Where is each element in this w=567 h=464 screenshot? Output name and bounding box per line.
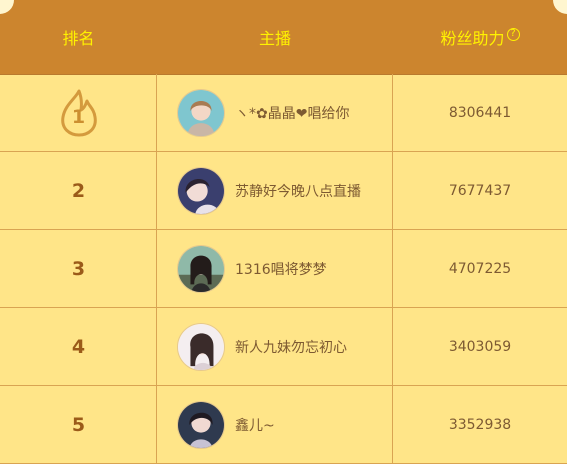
table-row[interactable]: 5 鑫儿~ 3352938: [0, 386, 567, 464]
header-fans-label: 粉丝助力: [440, 29, 505, 48]
header-rank: 排名: [0, 0, 157, 74]
rank-cell: 2: [0, 152, 157, 230]
header-fans: 粉丝助力 ?: [393, 0, 567, 74]
fans-cell: 3403059: [393, 308, 567, 386]
fans-cell: 4707225: [393, 230, 567, 308]
fans-cell: 7677437: [393, 152, 567, 230]
host-cell: 新人九妹勿忘初心: [157, 308, 393, 386]
fans-value: 3403059: [448, 339, 512, 355]
flame-icon: 1: [57, 89, 101, 137]
host-name[interactable]: 苏静好今晚八点直播: [235, 181, 361, 201]
avatar[interactable]: [177, 167, 225, 215]
avatar[interactable]: [177, 245, 225, 293]
rank-cell: 3: [0, 230, 157, 308]
rank-cell: 5: [0, 386, 157, 464]
question-circle-icon[interactable]: ?: [506, 27, 520, 41]
fans-cell: 8306441: [393, 74, 567, 152]
header-rank-label: 排名: [62, 29, 95, 48]
avatar[interactable]: [177, 89, 225, 137]
fans-value: 3352938: [448, 417, 512, 433]
host-cell: 苏静好今晚八点直播: [157, 152, 393, 230]
rank-cell: 1: [0, 74, 157, 152]
table-row[interactable]: 1 ヽ*✿晶晶❤唱给你 8306441: [0, 74, 567, 152]
host-cell: 鑫儿~: [157, 386, 393, 464]
host-name[interactable]: 鑫儿~: [235, 415, 275, 435]
host-name[interactable]: ヽ*✿晶晶❤唱给你: [235, 103, 349, 123]
host-cell: 1316唱将梦梦: [157, 230, 393, 308]
table-row[interactable]: 3 1316唱将梦梦 4707225: [0, 230, 567, 308]
host-name[interactable]: 新人九妹勿忘初心: [235, 337, 347, 357]
leaderboard-table: 1 ヽ*✿晶晶❤唱给你 8306441 2 苏静好今晚八点直播 7677437 …: [0, 74, 567, 464]
fans-value: 7677437: [448, 183, 512, 199]
rank-number: 1: [71, 106, 86, 128]
host-cell: ヽ*✿晶晶❤唱给你: [157, 74, 393, 152]
header-host: 主播: [157, 0, 393, 74]
table-row[interactable]: 2 苏静好今晚八点直播 7677437: [0, 152, 567, 230]
leaderboard-header: 排名 主播 粉丝助力 ?: [0, 0, 567, 75]
rank-cell: 4: [0, 308, 157, 386]
fans-value: 8306441: [448, 105, 512, 121]
rank-number: 4: [71, 336, 86, 358]
avatar[interactable]: [177, 323, 225, 371]
header-host-label: 主播: [258, 29, 291, 48]
rank-number: 5: [71, 414, 86, 436]
rank-number: 3: [71, 258, 86, 280]
fans-value: 4707225: [448, 261, 512, 277]
host-name[interactable]: 1316唱将梦梦: [235, 259, 327, 279]
table-row[interactable]: 4 新人九妹勿忘初心 3403059: [0, 308, 567, 386]
avatar[interactable]: [177, 401, 225, 449]
rank-number: 2: [71, 180, 86, 202]
fans-cell: 3352938: [393, 386, 567, 464]
